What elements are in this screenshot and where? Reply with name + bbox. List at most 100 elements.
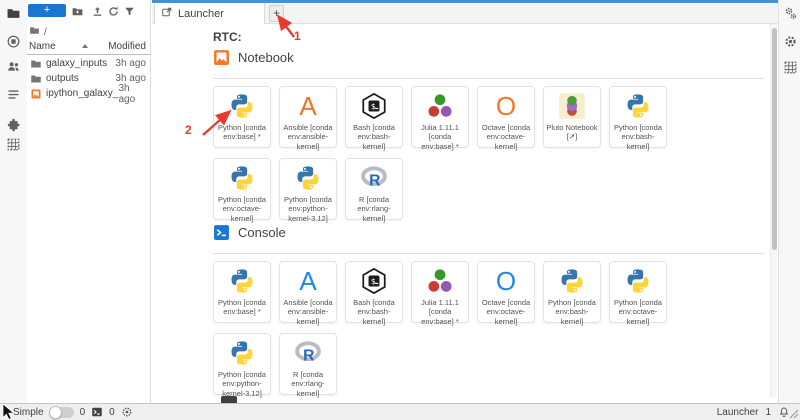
grid-panel-tab[interactable]: [6, 137, 21, 152]
users-icon: [6, 59, 21, 74]
section-header: Notebook: [213, 57, 765, 79]
simple-mode-toggle[interactable]: [50, 407, 74, 418]
new-folder-button[interactable]: [71, 4, 85, 18]
launcher-card[interactable]: AAnsible [conda env:ansible-kernel]: [279, 86, 337, 148]
left-sidebar: [0, 0, 27, 403]
upload-icon: [91, 5, 105, 18]
launcher-section-notebook: Notebook Python [conda env:base] *AAnsibl…: [213, 57, 765, 220]
launcher-card[interactable]: $ Bash [conda env:bash-kernel]: [345, 86, 403, 148]
launcher-card-label: Bash [conda env:bash-kernel]: [348, 298, 400, 326]
launcher-card[interactable]: OOctave [conda env:octave-kernel]: [477, 261, 535, 323]
file-row[interactable]: ipython_galaxy_...3h ago: [27, 86, 150, 101]
launcher-card[interactable]: Python [conda env:base] *: [213, 86, 271, 148]
notebook-icon: [213, 49, 230, 66]
double-gear-icon: [783, 6, 798, 21]
filter-button[interactable]: [123, 4, 137, 18]
gear-icon: [783, 34, 798, 49]
table-of-contents-tab[interactable]: [6, 87, 21, 102]
column-modified[interactable]: Modified: [108, 41, 146, 52]
launcher-card-label: Python [conda env:octave-kernel]: [612, 298, 664, 326]
svg-text:$: $: [371, 276, 376, 286]
launcher-card[interactable]: Python [conda env:bash-kernel]: [609, 86, 667, 148]
column-name[interactable]: Name: [29, 41, 56, 52]
grid-panel-tab-right[interactable]: [783, 60, 798, 75]
card-grid: Python [conda env:base] * AAnsible [conda…: [213, 261, 675, 395]
launcher-card[interactable]: RR [conda env:rlang-kernel]: [345, 158, 403, 220]
svg-text:R: R: [303, 348, 315, 365]
annotation-label: 1: [294, 29, 301, 43]
folder-icon: [30, 73, 42, 85]
launcher-card[interactable]: Python [conda env:octave-kernel]: [609, 261, 667, 323]
tab-title: Launcher: [178, 8, 224, 20]
launcher-card-label: Octave [conda env:octave-kernel]: [480, 123, 532, 151]
launcher-body: RTC: NotebookPython [conda env:base] *AA…: [213, 30, 765, 395]
launcher-card[interactable]: Python [conda env:bash-kernel]: [543, 261, 601, 323]
bash-cube-icon: $: [360, 92, 388, 120]
folder-icon: [6, 6, 21, 21]
folder-icon: [30, 58, 42, 70]
launcher-card[interactable]: Python [conda env:python-kernel-3.12]: [279, 158, 337, 220]
letter-A-icon: A: [294, 267, 322, 295]
launcher-card[interactable]: $ Bash [conda env:bash-kernel]: [345, 261, 403, 323]
terminals-count: 0: [80, 407, 86, 418]
launcher-section-console: ConsolePython [conda env:base] *AAnsible…: [213, 232, 765, 395]
annotation-label: 2: [185, 123, 192, 137]
launcher-card[interactable]: Python [conda env:python-kernel-3.12]: [213, 333, 271, 395]
add-tab-button[interactable]: +: [269, 5, 284, 22]
launcher-card[interactable]: Python [conda env:base] *: [213, 261, 271, 323]
new-launcher-button[interactable]: +: [28, 4, 66, 17]
running-sessions-tab[interactable]: [6, 34, 21, 49]
file-row[interactable]: galaxy_inputs3h ago: [27, 56, 150, 71]
launcher-card[interactable]: RR [conda env:rlang-kernel]: [279, 333, 337, 395]
file-browser-tab[interactable]: [6, 6, 21, 21]
resize-grip-icon[interactable]: [789, 409, 799, 419]
terminal-icon[interactable]: [91, 406, 103, 418]
main-dock-panel: Launcher + RTC: NotebookPython [conda en…: [152, 0, 778, 403]
file-name: outputs: [46, 73, 79, 84]
status-bar: Simple 0 0 Launcher 1: [0, 403, 800, 420]
refresh-button[interactable]: [107, 4, 121, 18]
grid-icon: [783, 60, 798, 75]
launcher-card-label: Pluto Notebook [↗]: [546, 123, 598, 142]
simple-mode-label: Simple: [13, 407, 44, 418]
launcher-card[interactable]: AAnsible [conda env:ansible-kernel]: [279, 261, 337, 323]
launcher-card-label: Julia 1.11.1 [conda env:base] *: [414, 298, 466, 326]
file-list-header: Name Modified: [29, 40, 146, 52]
r-logo-icon: R: [360, 164, 388, 192]
upload-button[interactable]: [91, 4, 105, 18]
right-sidebar: [778, 0, 800, 403]
launcher-card[interactable]: Julia 1.11.1 [conda env:base] *: [411, 261, 469, 323]
mouse-cursor-icon: [2, 404, 15, 420]
kernel-circle-icon[interactable]: [121, 406, 133, 418]
python-logo-icon: [294, 164, 322, 192]
tab-launcher[interactable]: Launcher: [154, 3, 265, 24]
section-title: Notebook: [238, 50, 294, 65]
launcher-card-label: Python [conda env:bash-kernel]: [546, 298, 598, 326]
collaborators-tab[interactable]: [6, 59, 21, 74]
file-modified: 3h ago: [115, 58, 146, 69]
main-scrollbar[interactable]: [770, 24, 777, 397]
launcher-card[interactable]: Pluto Notebook [↗]: [543, 86, 601, 148]
r-logo-icon: R: [294, 339, 322, 367]
section-title: Console: [238, 225, 286, 240]
card-grid: Python [conda env:base] *AAnsible [conda…: [213, 86, 675, 220]
file-browser-panel: + / Name Modified galaxy_inputs3h ago out…: [27, 0, 151, 403]
launcher-card[interactable]: Python [conda env:octave-kernel]: [213, 158, 271, 220]
property-inspector-tab[interactable]: [783, 6, 798, 21]
launcher-card-label: Python [conda env:python-kernel-3.12]: [282, 195, 334, 223]
scrollbar-thumb[interactable]: [772, 28, 777, 250]
python-logo-icon: [624, 92, 652, 120]
settings-tab[interactable]: [783, 34, 798, 49]
launcher-card-label: Python [conda env:octave-kernel]: [216, 195, 268, 223]
toggle-knob: [49, 406, 62, 419]
launcher-card-label: Bash [conda env:bash-kernel]: [348, 123, 400, 151]
launcher-card[interactable]: Julia 1.11.1 [conda env:base] *: [411, 86, 469, 148]
launcher-card[interactable]: OOctave [conda env:octave-kernel]: [477, 86, 535, 148]
python-logo-icon: [228, 339, 256, 367]
breadcrumb[interactable]: /: [29, 26, 47, 38]
filter-icon: [123, 5, 137, 18]
extensions-tab[interactable]: [6, 118, 21, 133]
stop-circle-icon: [6, 34, 21, 49]
launcher-card-label: Python [conda env:base] *: [216, 298, 268, 317]
jupyterlab-window: + / Name Modified galaxy_inputs3h ago out…: [0, 0, 800, 420]
